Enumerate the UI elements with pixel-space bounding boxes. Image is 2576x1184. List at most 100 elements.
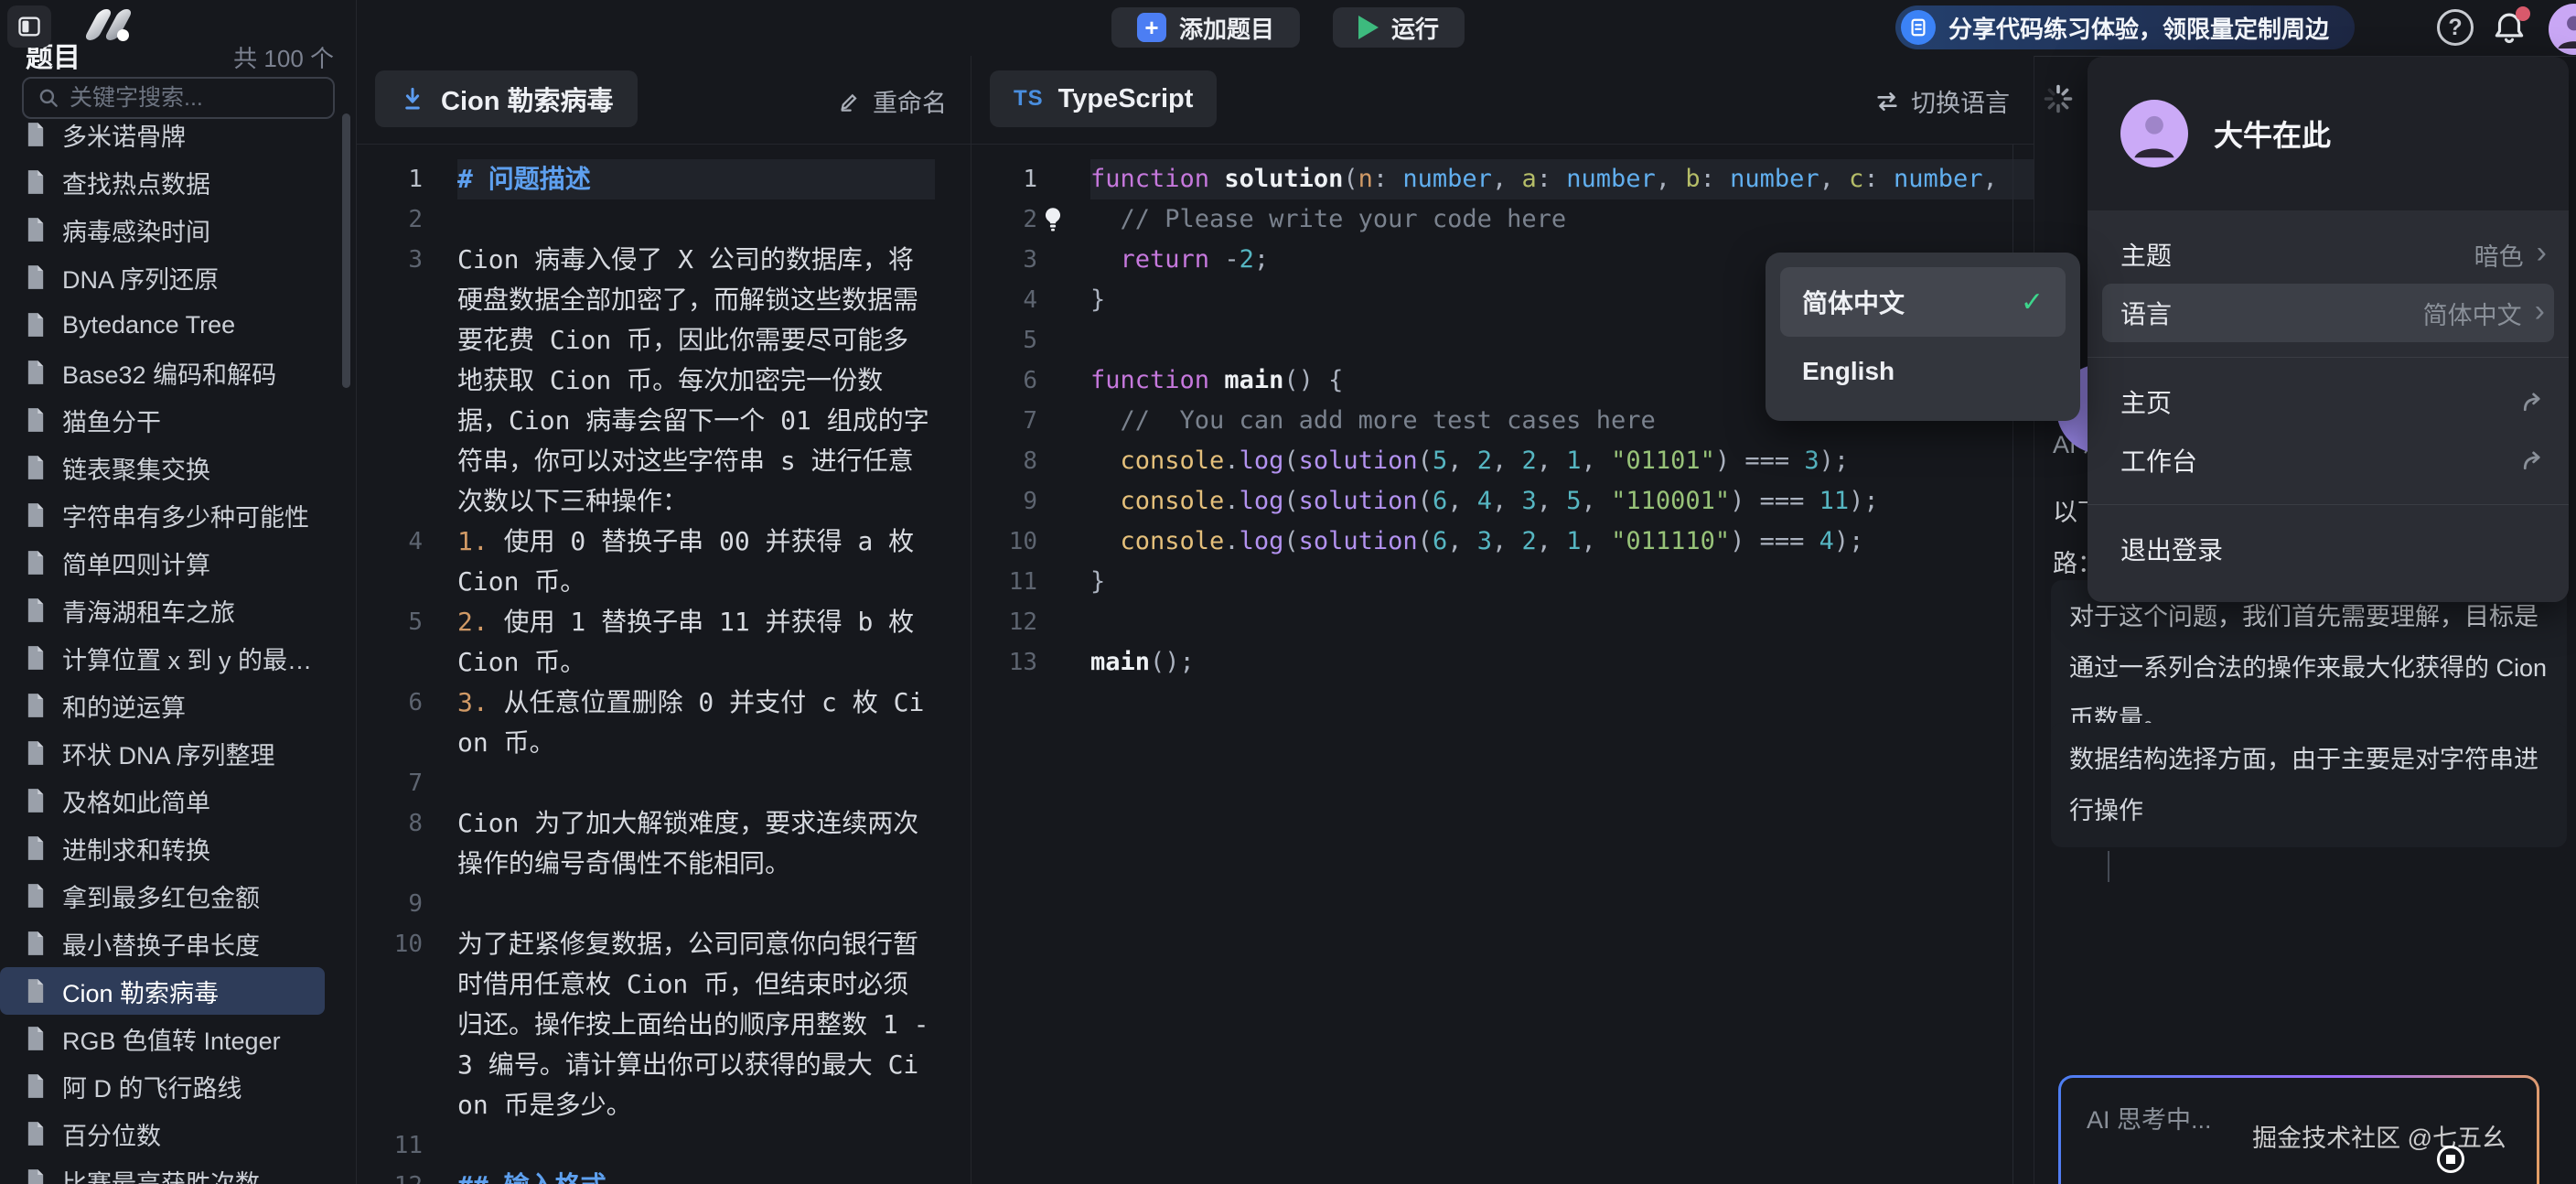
file-icon <box>24 931 48 956</box>
topbar-actions: + 添加题目 运行 <box>1111 7 1465 48</box>
list-item[interactable]: 和的逆运算 <box>0 682 325 729</box>
list-item[interactable]: 计算位置 x 到 y 的最少... <box>0 634 325 682</box>
doc-line[interactable]: 8Cion 为了加大解锁难度，要求连续两次操作的编号奇偶性不能相同。 <box>357 803 971 884</box>
menu-item-language[interactable]: 语言 简体中文› <box>2102 284 2554 342</box>
problem-description-panel: Cion 勒索病毒 重命名 1# 问题描述23Cion 病毒入侵了 X 公司的数… <box>357 56 971 1184</box>
file-icon <box>24 360 48 385</box>
list-item-label: DNA 序列还原 <box>62 260 219 296</box>
topbar-avatar[interactable] <box>2549 4 2576 55</box>
doc-line[interactable]: 52. 使用 1 替换子串 11 并获得 b 枚 Cion 币。 <box>357 602 971 683</box>
list-item[interactable]: 字符串有多少种可能性 <box>0 491 325 539</box>
list-item[interactable]: 最小替换子串长度 <box>0 920 325 967</box>
language-tab[interactable]: TS TypeScript <box>990 70 1217 127</box>
description-editor: 1# 问题描述23Cion 病毒入侵了 X 公司的数据库，将硬盘数据全部加密了，… <box>357 145 971 1184</box>
editor-header: TS TypeScript 切换语言 <box>971 56 2034 145</box>
list-item[interactable]: 阿 D 的飞行路线 <box>0 1062 325 1110</box>
file-icon <box>24 407 48 433</box>
doc-line[interactable]: 3Cion 病毒入侵了 X 公司的数据库，将硬盘数据全部加密了，而解锁这些数据需… <box>357 240 971 522</box>
notification-dot <box>2516 6 2530 21</box>
doc-line[interactable]: 11 <box>357 1125 971 1166</box>
app-logo[interactable] <box>80 7 145 44</box>
description-header: Cion 勒索病毒 重命名 <box>357 56 971 145</box>
play-icon <box>1358 16 1379 39</box>
doc-line-text <box>457 884 935 924</box>
list-item[interactable]: 猫鱼分干 <box>0 396 325 444</box>
list-item[interactable]: 环状 DNA 序列整理 <box>0 729 325 777</box>
list-item-label: 查找热点数据 <box>62 165 210 200</box>
run-button[interactable]: 运行 <box>1333 7 1465 48</box>
code-line[interactable]: 12 <box>971 602 2034 642</box>
code-line[interactable]: 9 console.log(solution(6, 4, 3, 5, "1100… <box>971 481 2034 522</box>
notifications-button[interactable] <box>2490 9 2528 48</box>
loading-spinner-icon <box>2042 82 2075 115</box>
line-number: 7 <box>357 763 445 803</box>
list-item[interactable]: 简单四则计算 <box>0 539 325 587</box>
list-item-label: RGB 色值转 Integer <box>62 1021 281 1057</box>
code-line[interactable]: 2 // Please write your code here <box>971 199 2034 240</box>
switch-language-button[interactable]: 切换语言 <box>1874 83 2010 119</box>
list-item[interactable]: 多米诺骨牌 <box>0 111 325 158</box>
menu-item-logout[interactable]: 退出登录 <box>2088 520 2569 578</box>
doc-line[interactable]: 2 <box>357 199 971 240</box>
line-number: 12 <box>971 602 1059 642</box>
list-item[interactable]: 及格如此简单 <box>0 777 325 824</box>
file-icon <box>24 502 48 528</box>
list-item[interactable]: 青海湖租车之旅 <box>0 587 325 634</box>
line-number: 2 <box>357 199 445 240</box>
language-option-en[interactable]: English <box>1780 337 2066 406</box>
code-line[interactable]: 10 console.log(solution(6, 3, 2, 1, "011… <box>971 522 2034 562</box>
language-option-zh[interactable]: 简体中文 ✓ <box>1780 267 2066 337</box>
doc-line-text: 为了赶紧修复数据，公司同意你向银行暂时借用任意枚 Cion 币，但结束时必须归还… <box>457 924 935 1125</box>
menu-item-theme[interactable]: 主题 暗色› <box>2088 225 2569 284</box>
list-item[interactable]: 链表聚集交换 <box>0 444 325 491</box>
list-item-label: Base32 编码和解码 <box>62 355 276 391</box>
list-item[interactable]: 百分位数 <box>0 1110 325 1157</box>
code-line-text: function solution(n: number, a: number, … <box>1090 159 2034 199</box>
code-line-text: console.log(solution(6, 4, 3, 5, "110001… <box>1090 481 2034 522</box>
list-item[interactable]: 病毒感染时间 <box>0 206 325 253</box>
list-item-label: 最小替换子串长度 <box>62 926 260 962</box>
line-number: 5 <box>357 602 445 642</box>
list-item[interactable]: Bytedance Tree <box>0 301 325 349</box>
list-item[interactable]: 比赛最高获胜次数 <box>0 1157 325 1184</box>
list-item-label: Bytedance Tree <box>62 311 235 339</box>
list-item[interactable]: 拿到最多红包金额 <box>0 872 325 920</box>
doc-line[interactable]: 10为了赶紧修复数据，公司同意你向银行暂时借用任意枚 Cion 币，但结束时必须… <box>357 924 971 1125</box>
list-item[interactable]: RGB 色值转 Integer <box>0 1015 325 1062</box>
menu-item-home[interactable]: 主页 <box>2088 372 2569 431</box>
list-item[interactable]: Cion 勒索病毒 <box>0 967 325 1015</box>
doc-line[interactable]: 7 <box>357 763 971 803</box>
sidebar-toggle-button[interactable] <box>7 5 51 48</box>
code-line[interactable]: 8 console.log(solution(5, 2, 2, 1, "0110… <box>971 441 2034 481</box>
code-line[interactable]: 13main(); <box>971 642 2034 683</box>
code-line[interactable]: 11} <box>971 562 2034 602</box>
help-button[interactable]: ? <box>2437 9 2474 46</box>
list-item-label: 字符串有多少种可能性 <box>62 498 309 533</box>
add-problem-button[interactable]: + 添加题目 <box>1111 7 1300 48</box>
code-line-text: // Please write your code here <box>1090 199 2034 240</box>
line-number: 5 <box>971 320 1059 361</box>
promo-banner[interactable]: 分享代码练习体验，领限量定制周边 <box>1895 5 2355 49</box>
line-number: 6 <box>971 361 1059 401</box>
code-line[interactable]: 1function solution(n: number, a: number,… <box>971 159 2034 199</box>
doc-line[interactable]: 9 <box>357 884 971 924</box>
lightbulb-icon[interactable] <box>1037 204 1068 235</box>
doc-line[interactable]: 41. 使用 0 替换子串 00 并获得 a 枚 Cion 币。 <box>357 522 971 602</box>
list-item-label: 猫鱼分干 <box>62 403 161 438</box>
problem-tab[interactable]: Cion 勒索病毒 <box>375 70 638 127</box>
run-label: 运行 <box>1391 11 1439 45</box>
rename-button[interactable]: 重命名 <box>837 83 947 119</box>
doc-line[interactable]: 12## 输入格式 <box>357 1166 971 1184</box>
file-icon <box>24 217 48 242</box>
doc-line[interactable]: 1# 问题描述 <box>357 159 971 199</box>
file-icon <box>24 645 48 671</box>
line-number: 8 <box>357 803 445 844</box>
sidebar-scrollbar[interactable] <box>342 113 350 388</box>
list-item[interactable]: Base32 编码和解码 <box>0 349 325 396</box>
list-item[interactable]: DNA 序列还原 <box>0 253 325 301</box>
doc-line[interactable]: 63. 从任意位置删除 0 并支付 c 枚 Cion 币。 <box>357 683 971 763</box>
list-item[interactable]: 进制求和转换 <box>0 824 325 872</box>
menu-item-workspace[interactable]: 工作台 <box>2088 431 2569 490</box>
list-item[interactable]: 查找热点数据 <box>0 158 325 206</box>
search-input[interactable] <box>70 85 364 112</box>
